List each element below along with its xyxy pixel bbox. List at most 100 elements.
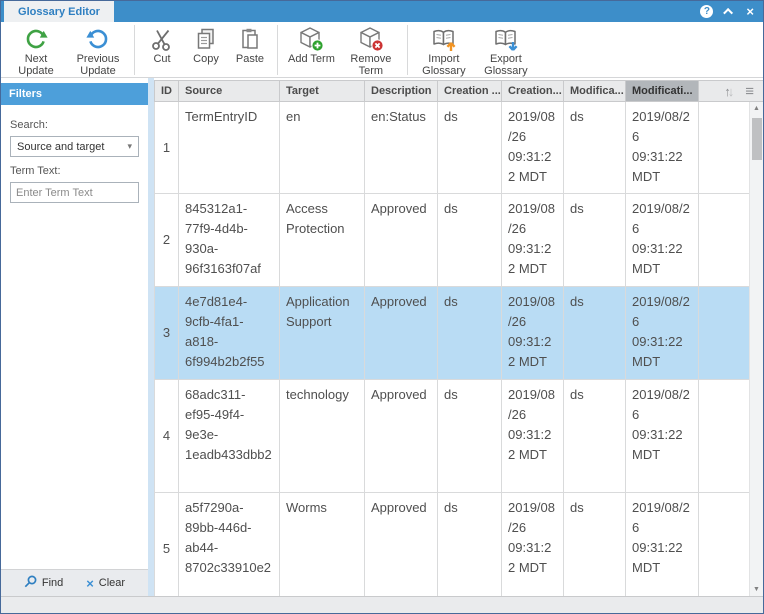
cell-target[interactable]: Worms [280, 493, 365, 596]
table-row[interactable]: 5 a5f7290a-89bb-446d-ab44-8702c33910e2 W… [154, 493, 749, 596]
paste-button[interactable]: Paste [228, 24, 272, 77]
search-mode-dropdown[interactable]: Source and target ▾ [10, 136, 139, 157]
cell-creation-user[interactable]: ds [438, 380, 502, 493]
table-row[interactable]: 2 845312a1-77f9-4d4b-930a-96f3163f07af A… [154, 194, 749, 287]
cell-description[interactable]: Approved [365, 194, 438, 287]
cell-modification-user[interactable]: ds [564, 493, 626, 596]
cell-filler[interactable] [699, 380, 749, 493]
cell-id[interactable]: 5 [154, 493, 179, 596]
toolbar-separator [277, 25, 278, 75]
previous-update-icon [86, 26, 110, 52]
cell-id[interactable]: 4 [154, 380, 179, 493]
cell-modification-date[interactable]: 2019/08/26 09:31:22 MDT [626, 287, 699, 380]
add-term-button[interactable]: Add Term [283, 24, 340, 77]
toolbar-label: Cut [153, 53, 170, 65]
vertical-scrollbar[interactable]: ▲ ▼ [749, 102, 763, 596]
next-update-button[interactable]: Next Update [5, 24, 67, 77]
table-row[interactable]: 4 68adc311-ef95-49f4-9e3e-1eadb433dbb2 t… [154, 380, 749, 493]
sort-icon[interactable]: ↑↓ [724, 84, 734, 99]
remove-term-button[interactable]: Remove Term [340, 24, 402, 77]
column-header-source[interactable]: Source [179, 81, 280, 101]
column-header-id[interactable]: ID [154, 81, 179, 101]
term-text-input[interactable] [10, 182, 139, 203]
column-header-modification-date[interactable]: Modificati... [626, 81, 699, 101]
cell-description[interactable]: en:Status [365, 102, 438, 194]
table-row[interactable]: 1 TermEntryID en en:Status ds 2019/08/26… [154, 102, 749, 194]
cell-creation-user[interactable]: ds [438, 194, 502, 287]
status-bar [1, 596, 763, 613]
column-menu-icon[interactable]: ≡ [745, 83, 754, 100]
find-label: Find [42, 577, 63, 589]
cut-icon [150, 26, 174, 52]
column-header-description[interactable]: Description [365, 81, 438, 101]
scroll-down-icon[interactable]: ▼ [753, 583, 760, 596]
copy-icon [194, 26, 218, 52]
cell-modification-user[interactable]: ds [564, 287, 626, 380]
cell-modification-date[interactable]: 2019/08/26 09:31:22 MDT [626, 380, 699, 493]
column-header-creation-date[interactable]: Creation... [502, 81, 564, 101]
cell-target[interactable]: Access Protection [280, 194, 365, 287]
import-glossary-icon [431, 26, 457, 52]
cell-modification-user[interactable]: ds [564, 102, 626, 194]
cell-source[interactable]: 68adc311-ef95-49f4-9e3e-1eadb433dbb2 [179, 380, 280, 493]
toolbar-label: Paste [236, 53, 264, 65]
tab-glossary-editor[interactable]: Glossary Editor [4, 1, 114, 22]
cell-modification-user[interactable]: ds [564, 194, 626, 287]
cell-target[interactable]: technology [280, 380, 365, 493]
close-icon[interactable]: × [746, 5, 754, 18]
cell-id[interactable]: 2 [154, 194, 179, 287]
cell-description[interactable]: Approved [365, 380, 438, 493]
cell-description[interactable]: Approved [365, 493, 438, 596]
column-header-modification-user[interactable]: Modifica... [564, 81, 626, 101]
search-icon [24, 575, 37, 591]
table-row-selected[interactable]: 3 4e7d81e4-9cfb-4fa1-a818-6f994b2b2f55 A… [154, 287, 749, 380]
find-button[interactable]: Find [24, 575, 63, 591]
cell-creation-date[interactable]: 2019/08/26 09:31:22 MDT [502, 194, 564, 287]
column-header-creation-user[interactable]: Creation ... [438, 81, 502, 101]
cell-modification-date[interactable]: 2019/08/26 09:31:22 MDT [626, 102, 699, 194]
cell-target[interactable]: Application Support [280, 287, 365, 380]
column-header-target[interactable]: Target [280, 81, 365, 101]
export-glossary-button[interactable]: Export Glossary [475, 24, 537, 77]
cell-source[interactable]: a5f7290a-89bb-446d-ab44-8702c33910e2 [179, 493, 280, 596]
scroll-up-icon[interactable]: ▲ [753, 102, 760, 115]
help-icon[interactable]: ? [700, 5, 713, 18]
cell-creation-user[interactable]: ds [438, 102, 502, 194]
cell-modification-date[interactable]: 2019/08/26 09:31:22 MDT [626, 194, 699, 287]
cell-filler[interactable] [699, 102, 749, 194]
toolbar-label: Add Term [288, 53, 335, 65]
toolbar-separator [407, 25, 408, 75]
cell-id[interactable]: 3 [154, 287, 179, 380]
cell-filler[interactable] [699, 194, 749, 287]
cell-creation-date[interactable]: 2019/08/26 09:31:22 MDT [502, 493, 564, 596]
cell-creation-user[interactable]: ds [438, 493, 502, 596]
filters-footer: Find × Clear [1, 569, 148, 596]
import-glossary-button[interactable]: Import Glossary [413, 24, 475, 77]
cell-source[interactable]: 845312a1-77f9-4d4b-930a-96f3163f07af [179, 194, 280, 287]
cell-filler[interactable] [699, 493, 749, 596]
table-body: 1 TermEntryID en en:Status ds 2019/08/26… [154, 102, 763, 596]
collapse-icon[interactable] [724, 8, 734, 18]
titlebar: Glossary Editor ? × [1, 1, 763, 22]
clear-button[interactable]: × Clear [86, 577, 125, 590]
cell-target[interactable]: en [280, 102, 365, 194]
toolbar-label: Export Glossary [480, 53, 532, 77]
cell-modification-date[interactable]: 2019/08/26 09:31:22 MDT [626, 493, 699, 596]
cell-modification-user[interactable]: ds [564, 380, 626, 493]
previous-update-button[interactable]: Previous Update [67, 24, 129, 77]
toolbar-label: Previous Update [72, 53, 124, 77]
cut-button[interactable]: Cut [140, 24, 184, 77]
cell-creation-date[interactable]: 2019/08/26 09:31:22 MDT [502, 380, 564, 493]
cell-filler[interactable] [699, 287, 749, 380]
cell-creation-date[interactable]: 2019/08/26 09:31:22 MDT [502, 102, 564, 194]
cell-source[interactable]: 4e7d81e4-9cfb-4fa1-a818-6f994b2b2f55 [179, 287, 280, 380]
toolbar-label: Remove Term [345, 53, 397, 77]
cell-description[interactable]: Approved [365, 287, 438, 380]
scrollbar-thumb[interactable] [752, 118, 762, 160]
copy-button[interactable]: Copy [184, 24, 228, 77]
cell-id[interactable]: 1 [154, 102, 179, 194]
cell-creation-date[interactable]: 2019/08/26 09:31:22 MDT [502, 287, 564, 380]
next-update-icon [24, 26, 48, 52]
cell-source[interactable]: TermEntryID [179, 102, 280, 194]
cell-creation-user[interactable]: ds [438, 287, 502, 380]
